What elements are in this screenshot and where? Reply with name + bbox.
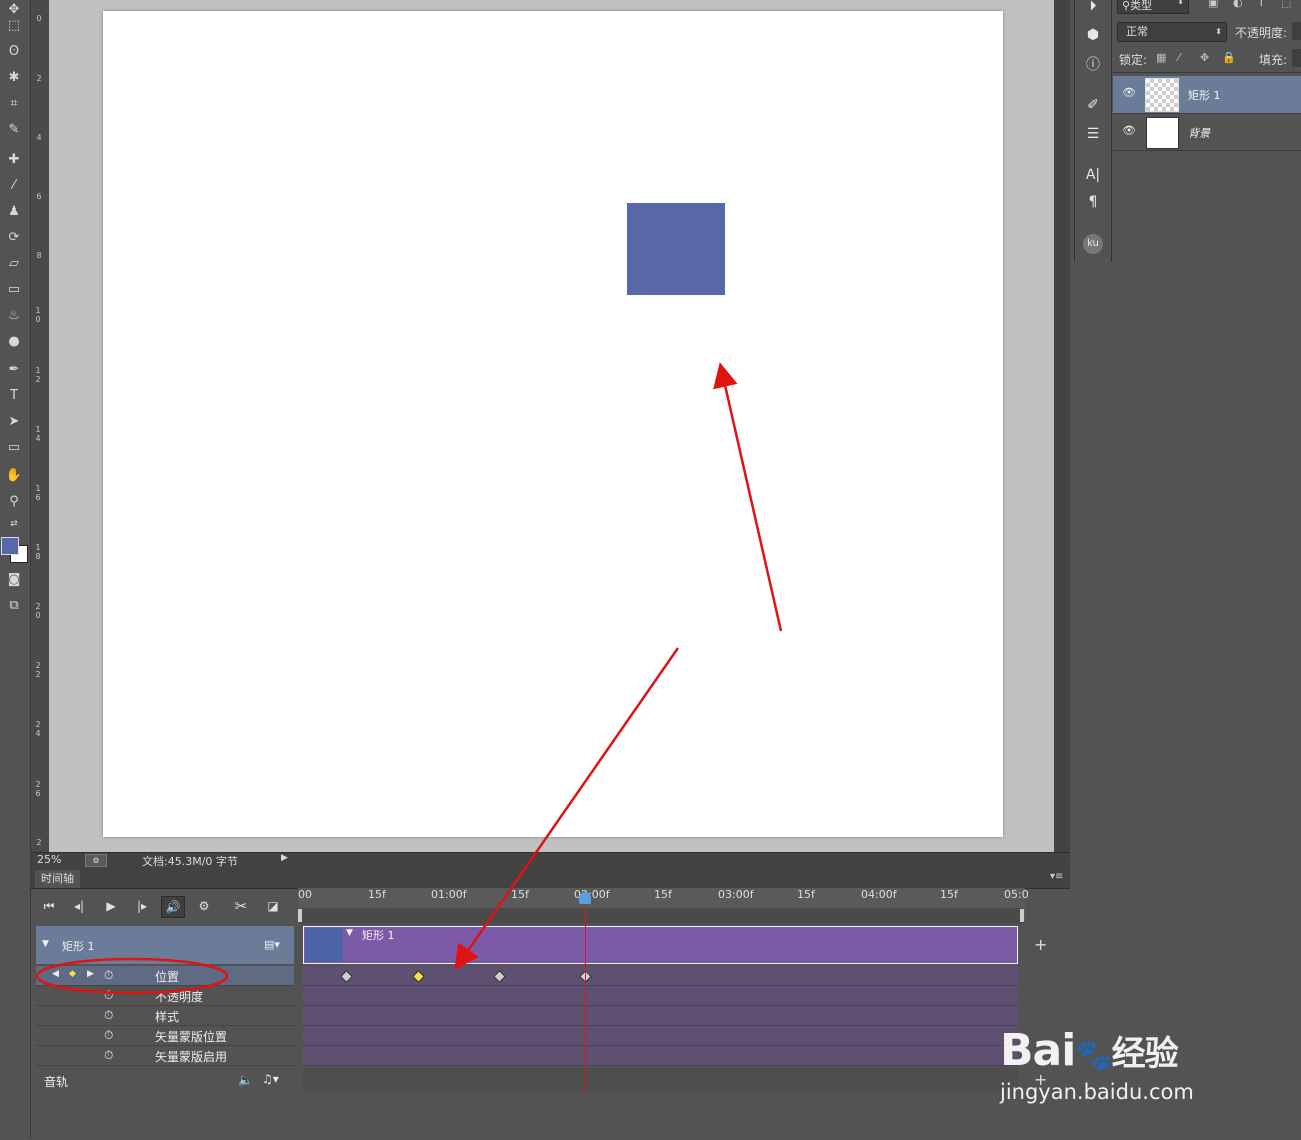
annotation-overlay	[35, 362, 783, 995]
watermark-url: jingyan.baidu.com	[1000, 1080, 1194, 1104]
annotation-arrow-down	[454, 647, 680, 971]
watermark-brand: Bai🐾经验	[1000, 1025, 1179, 1076]
watermark-brand-text: Bai	[1000, 1025, 1076, 1076]
annotation-arrow-up	[713, 362, 783, 632]
annotation-ellipse	[35, 957, 229, 995]
watermark-brand-suffix: 经验	[1111, 1034, 1179, 1074]
